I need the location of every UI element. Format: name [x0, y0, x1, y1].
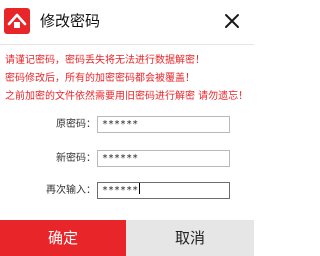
new-password-input[interactable]: ****** — [97, 150, 230, 167]
dialog-title: 修改密码 — [40, 12, 101, 30]
title-divider — [0, 44, 254, 45]
confirm-password-label: 再次输入： — [46, 185, 96, 196]
app-logo-icon — [4, 8, 30, 34]
close-button[interactable] — [220, 8, 244, 34]
text-caret — [139, 183, 141, 194]
confirm-button[interactable]: 确定 — [0, 220, 126, 256]
close-icon — [225, 14, 239, 28]
title-bar[interactable]: 修改密码 — [0, 0, 254, 45]
confirm-password-value: ****** — [102, 185, 139, 196]
old-password-input[interactable]: ****** — [97, 116, 230, 133]
warning-notice: 密码修改后，所有的加密密码都会被覆盖！ — [5, 73, 195, 84]
confirm-password-input[interactable]: ****** — [97, 182, 230, 199]
warning-notice: 之前加密的文件依然需要用旧密码进行解密 请勿遗忘！ — [5, 91, 249, 102]
warning-notices: 请谨记密码，密码丢失将无法进行数据解密！ 密码修改后，所有的加密密码都会被覆盖！… — [5, 52, 254, 106]
old-password-label: 原密码： — [56, 119, 96, 130]
new-password-label: 新密码： — [56, 153, 96, 164]
change-password-dialog: 修改密码 请谨记密码，密码丢失将无法进行数据解密！ 密码修改后，所有的加密密码都… — [0, 0, 254, 256]
cancel-button[interactable]: 取消 — [126, 220, 254, 256]
warning-notice: 请谨记密码，密码丢失将无法进行数据解密！ — [5, 55, 205, 66]
